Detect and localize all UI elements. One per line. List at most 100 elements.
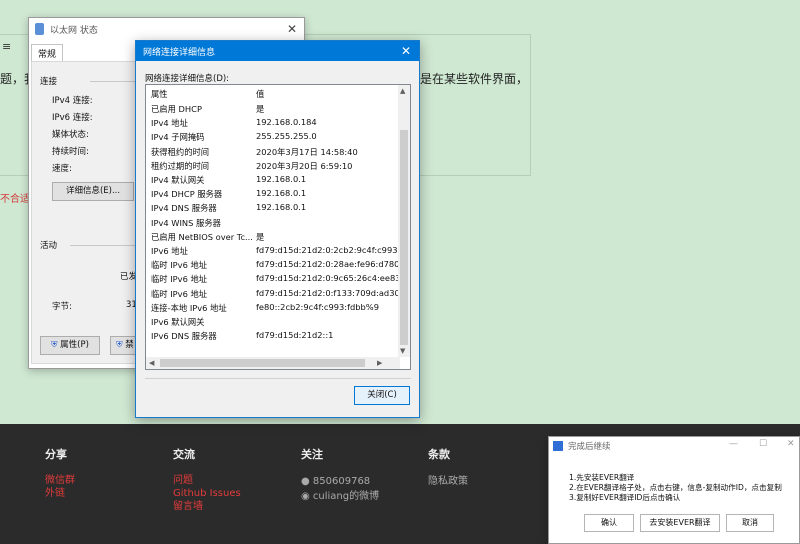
weibo-icon: ◉ [301, 491, 313, 502]
media-state-label: 媒体状态: [52, 130, 89, 140]
property-cell: 已启用 NetBIOS over Tc... [151, 231, 253, 242]
property-cell: 已启用 DHCP [151, 104, 202, 114]
footer-link-message-wall[interactable]: 留言墙 [173, 500, 241, 513]
table-row[interactable]: 获得租约的时间 2020年3月17日 14:58:40 [146, 146, 398, 160]
footer-qq-number[interactable]: ● 850609768 [301, 474, 379, 489]
network-details-title: 网络连接详细信息 [143, 47, 216, 58]
value-cell: 2020年3月20日 6:59:10 [256, 160, 353, 171]
table-row[interactable]: IPv6 DNS 服务器 fd79:d15d:21d2::1 [146, 330, 398, 344]
details-listview-area: 属性 值 已启用 DHCP 是 IPv4 地址 192.168.0.184 IPv4 子… [145, 84, 411, 409]
property-cell: 临时 IPv6 地址 [151, 274, 208, 285]
close-icon[interactable]: ✕ [395, 41, 417, 61]
bytes-label: 字节: [52, 302, 72, 312]
footer-link-privacy[interactable]: 隐私政策 [428, 474, 468, 489]
property-cell: IPv4 DHCP 服务器 [151, 189, 223, 200]
instruction-line: 3.复制好EVER翻译ID后点击确认 [569, 493, 681, 502]
vertical-scrollbar[interactable]: ▲ ▼ [398, 85, 410, 357]
background-text-right: 是在某些软件界面， [420, 72, 529, 86]
table-row[interactable]: 临时 IPv6 地址 fd79:d15d:21d2:0:f133:709d:ad3… [146, 288, 398, 302]
table-row[interactable]: IPv4 地址 192.168.0.184 [146, 117, 398, 131]
footer-link-github-issues[interactable]: Github Issues [173, 487, 241, 500]
confirm-button[interactable]: 确认 [584, 514, 634, 532]
minimize-icon[interactable]: — [729, 439, 738, 449]
footer-terms-title: 条款 [428, 448, 450, 461]
tab-general[interactable]: 常规 [31, 44, 64, 62]
ethernet-status-titlebar: 以太网 状态 [29, 18, 304, 40]
property-cell: 临时 IPv6 地址 [151, 288, 208, 299]
popup-title: 完成后继续 [568, 442, 611, 452]
footer-weibo[interactable]: ◉ culiang的微博 [301, 489, 379, 504]
menu-icon[interactable]: ≡ [2, 40, 11, 53]
scroll-up-icon[interactable]: ▲ [400, 87, 405, 95]
details-list-label: 网络连接详细信息(D): [145, 74, 230, 84]
table-row[interactable]: IPv4 子网掩码 255.255.255.0 [146, 131, 398, 145]
scrollbar-thumb[interactable] [160, 359, 365, 367]
value-cell: fd79:d15d:21d2:0:2cb2:9c4f:c993:fdb [256, 245, 398, 255]
ipv6-connectivity-label: IPv6 连接: [52, 113, 93, 123]
network-adapter-icon [35, 23, 44, 35]
properties-button[interactable]: ⛨ 属性(P) [40, 336, 100, 355]
details-list[interactable]: 属性 值 已启用 DHCP 是 IPv4 地址 192.168.0.184 IPv4 子… [145, 84, 411, 370]
value-cell: 192.168.0.1 [256, 188, 307, 199]
scroll-down-icon[interactable]: ▼ [400, 347, 405, 355]
property-cell: 租约过期的时间 [151, 160, 210, 171]
value-cell: fd79:d15d:21d2:0:f133:709d:ad30:12 [256, 287, 398, 298]
speed-label: 速度: [52, 164, 72, 174]
table-row[interactable]: IPv4 DHCP 服务器 192.168.0.1 [146, 188, 398, 202]
property-cell: IPv4 地址 [151, 118, 188, 129]
close-icon[interactable]: ✕ [284, 21, 300, 37]
table-row[interactable]: 连接-本地 IPv6 地址 fe80::2cb2:9c4f:c993:fdbb%9 [146, 302, 398, 316]
footer-link-issues[interactable]: 问题 [173, 474, 241, 487]
value-cell: 255.255.255.0 [256, 131, 317, 142]
footer-follow-column: 关注 ● 850609768 ◉ culiang的微博 [301, 446, 379, 504]
footer-terms-column: 条款 隐私政策 [428, 446, 468, 489]
value-cell: fd79:d15d:21d2:0:9c65:26c4:ee83:d2 [256, 273, 398, 284]
shield-icon: ⛨ [116, 340, 123, 350]
dialog-divider [145, 378, 411, 379]
instruction-line: 1.先安装EVER翻译 [569, 473, 635, 482]
instruction-line: 2.在EVER翻译格子处，点击右键，信息-复制动作ID，点击复制 [569, 483, 782, 492]
scrollbar-thumb[interactable] [400, 130, 408, 345]
table-row[interactable]: IPv4 WINS 服务器 [146, 217, 398, 231]
column-header-value[interactable]: 值 [256, 88, 398, 100]
footer-share-column: 分享 微信群 外链 [45, 446, 75, 500]
property-cell: IPv6 DNS 服务器 [151, 331, 217, 342]
network-details-dialog: 网络连接详细信息 ✕ 网络连接详细信息(D): 属性 值 已启用 DHCP 是 IP… [135, 40, 420, 418]
property-cell: 获得租约的时间 [151, 146, 210, 157]
property-cell: IPv4 子网掩码 [151, 132, 205, 143]
table-row[interactable]: 临时 IPv6 地址 fd79:d15d:21d2:0:9c65:26c4:ee8… [146, 273, 398, 287]
table-row[interactable]: IPv4 DNS 服务器 192.168.0.1 [146, 202, 398, 216]
footer-link-outlink[interactable]: 外链 [45, 487, 75, 500]
value-cell: 192.168.0.1 [256, 174, 307, 184]
property-cell: 临时 IPv6 地址 [151, 260, 208, 271]
table-row[interactable]: 临时 IPv6 地址 fd79:d15d:21d2:0:28ae:fe96:d78… [146, 259, 398, 273]
maximize-icon[interactable]: ☐ [759, 439, 767, 449]
table-row[interactable]: 租约过期的时间 2020年3月20日 6:59:10 [146, 160, 398, 174]
property-cell: IPv4 DNS 服务器 [151, 203, 217, 214]
scroll-left-icon[interactable]: ◀ [149, 359, 154, 367]
cancel-button[interactable]: 取消 [726, 514, 774, 532]
value-cell: 192.168.0.1 [256, 202, 307, 213]
table-row[interactable]: IPv6 地址 fd79:d15d:21d2:0:2cb2:9c4f:c993:f… [146, 245, 398, 259]
table-row[interactable]: 已启用 NetBIOS over Tc... 是 [146, 231, 398, 245]
section-divider [90, 81, 138, 82]
table-row[interactable]: IPv6 默认网关 [146, 316, 398, 330]
install-ever-button[interactable]: 去安装EVER翻译 [640, 514, 720, 532]
value-cell: 192.168.0.184 [256, 117, 317, 128]
details-button[interactable]: 详细信息(E)... [52, 182, 134, 201]
property-cell: IPv4 WINS 服务器 [151, 217, 221, 228]
footer-communicate-column: 交流 问题 Github Issues 留言墙 [173, 446, 241, 513]
column-header-property[interactable]: 属性 [151, 88, 255, 100]
close-icon[interactable]: ✕ [787, 439, 795, 449]
table-row[interactable]: IPv4 默认网关 192.168.0.1 [146, 174, 398, 188]
table-row[interactable]: 已启用 DHCP 是 [146, 103, 398, 117]
scroll-right-icon[interactable]: ▶ [377, 359, 382, 367]
section-activity-label: 活动 [40, 241, 58, 251]
shield-icon: ⛨ [51, 340, 58, 350]
ethernet-status-title: 以太网 状态 [50, 25, 98, 36]
close-button[interactable]: 关闭(C) [354, 386, 410, 405]
value-cell: 是 [256, 231, 265, 242]
footer-link-wechat-group[interactable]: 微信群 [45, 474, 75, 487]
background-red-text: 不合适 [0, 194, 30, 205]
horizontal-scrollbar[interactable]: ◀ ▶ [146, 357, 400, 369]
